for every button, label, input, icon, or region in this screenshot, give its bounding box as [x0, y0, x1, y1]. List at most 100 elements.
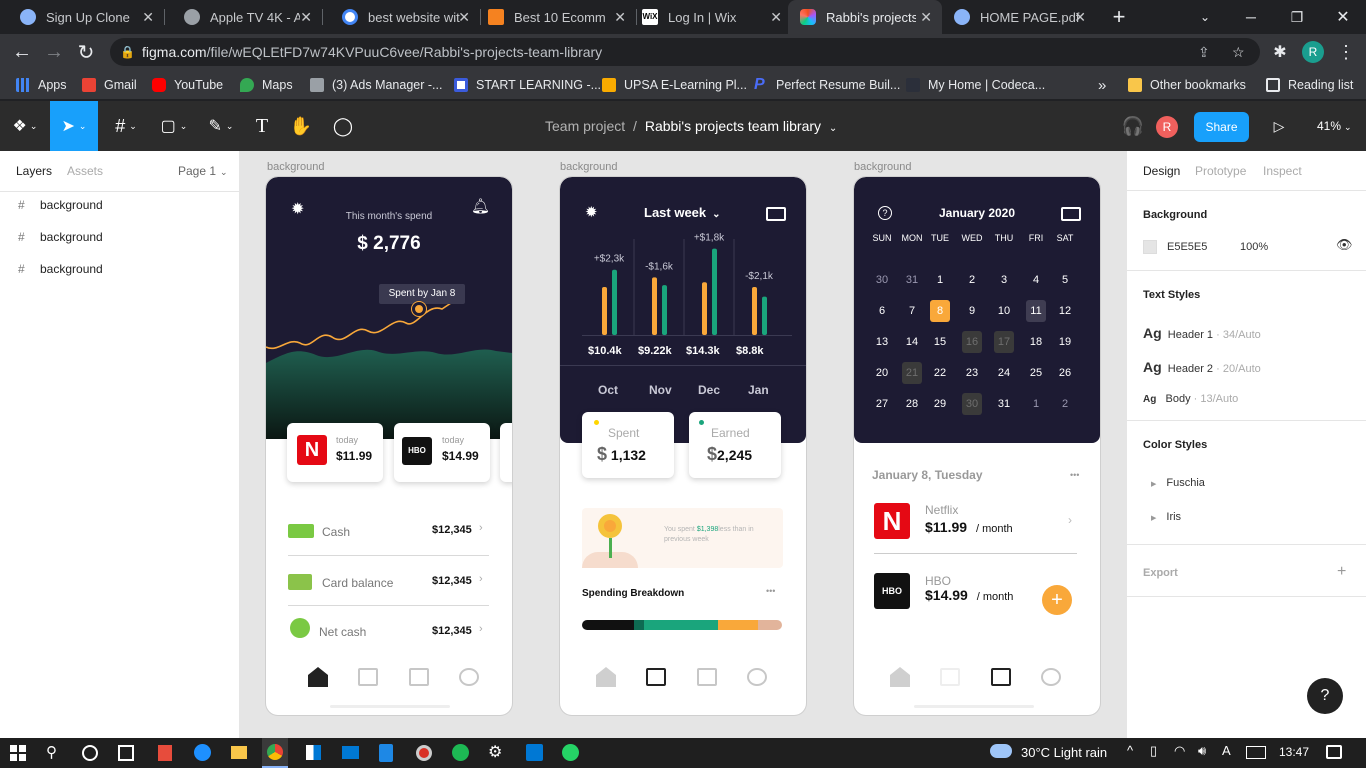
headphones-icon[interactable]: 🎧	[1120, 101, 1146, 151]
calendar-day[interactable]: 27	[872, 393, 892, 415]
frame-weekly-analytics[interactable]: ✹ Last week ⌄ +$2,3k -$1,6k +$1,8k -$2,1k $1…	[560, 177, 806, 715]
tab-design[interactable]: Design	[1143, 164, 1180, 178]
calendar-day[interactable]: 18	[1026, 331, 1046, 353]
frame-calendar[interactable]: ? January 2020 SUN MON TUE WED THU FRI SAT 30 31…	[854, 177, 1100, 715]
color-style-item[interactable]: ▶ Iris	[1151, 511, 1181, 523]
profile-avatar[interactable]: R	[1302, 41, 1324, 63]
calendar-day[interactable]: 25	[1026, 362, 1046, 384]
edge-icon[interactable]	[194, 744, 211, 761]
tab-prototype[interactable]: Prototype	[1195, 164, 1246, 178]
chevron-right-icon[interactable]: ›	[479, 623, 483, 635]
page-selector[interactable]: Page 1 ⌄	[178, 164, 228, 178]
chevron-right-icon[interactable]: ›	[1068, 513, 1072, 527]
bookmark-other[interactable]: Other bookmarks	[1128, 70, 1246, 100]
frame-label[interactable]: background	[267, 161, 325, 173]
tab-layers[interactable]: Layers	[16, 164, 52, 178]
nav-calendar-icon[interactable]	[409, 668, 429, 686]
bookmark-start-learning[interactable]: START LEARNING -...	[454, 70, 601, 100]
bookmark-youtube[interactable]: YouTube	[152, 70, 223, 100]
calendar-day[interactable]: 9	[962, 300, 982, 322]
tab-home-page-pdf[interactable]: HOME PAGE.pdf ✕	[942, 0, 1096, 34]
spotify-icon[interactable]	[452, 744, 469, 761]
close-tab-icon[interactable]: ✕	[770, 9, 782, 26]
calendar-day[interactable]: 24	[994, 362, 1014, 384]
subscription-card-netflix[interactable]: N today $11.99	[287, 423, 383, 482]
calendar-day[interactable]: 23	[962, 362, 982, 384]
zoom-level[interactable]: 41% ⌄	[1317, 119, 1352, 133]
chevron-right-icon[interactable]: ›	[479, 573, 483, 585]
calendar-day[interactable]: 1	[930, 269, 950, 291]
bookmarks-overflow[interactable]: »	[1098, 70, 1106, 100]
month-label[interactable]: Oct	[598, 383, 618, 397]
nav-calendar-icon[interactable]	[991, 668, 1011, 686]
weather-text[interactable]: 30°C Light rain	[1021, 745, 1107, 760]
cortana-icon[interactable]	[82, 745, 98, 761]
chrome-taskbar-item[interactable]	[262, 738, 288, 768]
close-tab-icon[interactable]: ✕	[920, 9, 932, 26]
savings-promo-card[interactable]: You spent $1,398less than in previous we…	[582, 508, 783, 568]
calendar-day[interactable]: 5	[1055, 269, 1075, 291]
document-icon[interactable]	[379, 744, 393, 762]
month-label[interactable]: Nov	[649, 383, 672, 397]
bookmark-resume[interactable]: P Perfect Resume Buil...	[754, 70, 900, 100]
whatsapp-icon[interactable]	[562, 744, 579, 761]
calendar-day[interactable]: 17	[994, 331, 1014, 353]
spent-card[interactable]: Spent $ 1,132	[582, 412, 674, 478]
calendar-day[interactable]: 20	[872, 362, 892, 384]
windows-start-icon[interactable]	[10, 745, 26, 761]
calendar-day[interactable]: 14	[902, 331, 922, 353]
earned-card[interactable]: Earned $2,245	[689, 412, 781, 478]
bookmark-gmail[interactable]: Gmail	[82, 70, 137, 100]
layer-item[interactable]: # background	[18, 230, 103, 244]
calendar-day[interactable]: 7	[902, 300, 922, 322]
calendar-day[interactable]: 15	[930, 331, 950, 353]
nav-settings-icon[interactable]	[1041, 668, 1061, 686]
breadcrumb-team[interactable]: Team project	[545, 118, 625, 134]
text-style-item[interactable]: Ag Header 2 · 20/Auto	[1143, 359, 1261, 375]
media-icon[interactable]	[416, 745, 432, 761]
calendar-day[interactable]: 30	[872, 269, 892, 291]
subscription-card-hbo[interactable]: HBO today $14.99	[394, 423, 490, 482]
nav-home-icon[interactable]	[596, 667, 616, 687]
shape-tool-icon[interactable]: ▢ ⌄	[156, 101, 192, 151]
nav-calendar-icon[interactable]	[697, 668, 717, 686]
layer-item[interactable]: # background	[18, 198, 103, 212]
office-icon[interactable]	[158, 745, 172, 761]
calendar-day[interactable]: 26	[1055, 362, 1075, 384]
tab-figma-active[interactable]: Rabbi's projects t ✕	[788, 0, 942, 34]
nav-settings-icon[interactable]	[747, 668, 767, 686]
close-tab-icon[interactable]: ✕	[142, 9, 154, 26]
share-button[interactable]: Share	[1194, 112, 1249, 142]
month-label[interactable]: Jan	[748, 383, 769, 397]
tab-wix-login[interactable]: WiX Log In | Wix ✕	[634, 0, 792, 34]
text-style-item[interactable]: Ag Header 1 · 34/Auto	[1143, 325, 1261, 341]
notifications-icon[interactable]	[1326, 745, 1342, 759]
task-view-icon[interactable]	[118, 745, 134, 761]
layer-item[interactable]: # background	[18, 262, 103, 276]
volume-icon[interactable]: 🔊︎	[1198, 743, 1206, 759]
nav-wallet-icon[interactable]	[358, 668, 378, 686]
bookmark-apps[interactable]: Apps	[16, 70, 67, 100]
nav-wallet-icon[interactable]	[940, 668, 960, 686]
close-tab-icon[interactable]: ✕	[458, 9, 470, 26]
calendar-day[interactable]: 1	[1026, 393, 1046, 415]
search-icon[interactable]: ⚲	[46, 743, 57, 761]
close-tab-icon[interactable]: ✕	[300, 9, 312, 26]
calendar-day[interactable]: 28	[902, 393, 922, 415]
calendar-day[interactable]: 30	[962, 393, 982, 415]
subscription-card-partial[interactable]	[500, 423, 512, 482]
add-subscription-button[interactable]: +	[1042, 585, 1072, 615]
more-dots-icon[interactable]: •••	[766, 586, 775, 596]
figma-menu-icon[interactable]: ❖ ⌄	[8, 101, 42, 151]
calendar-day[interactable]: 6	[872, 300, 892, 322]
calendar-day[interactable]: 11	[1026, 300, 1046, 322]
tab-best-website[interactable]: best website with ✕	[322, 0, 480, 34]
share-page-icon[interactable]: ⇪	[1198, 38, 1210, 66]
help-button[interactable]: ?	[1307, 678, 1343, 714]
calendar-day[interactable]: 8	[930, 300, 950, 322]
tab-inspect[interactable]: Inspect	[1263, 164, 1302, 178]
calendar-day[interactable]: 19	[1055, 331, 1075, 353]
language-icon[interactable]: A	[1222, 743, 1231, 758]
month-label[interactable]: Dec	[698, 383, 720, 397]
hand-tool-icon[interactable]: ✋	[288, 101, 314, 151]
